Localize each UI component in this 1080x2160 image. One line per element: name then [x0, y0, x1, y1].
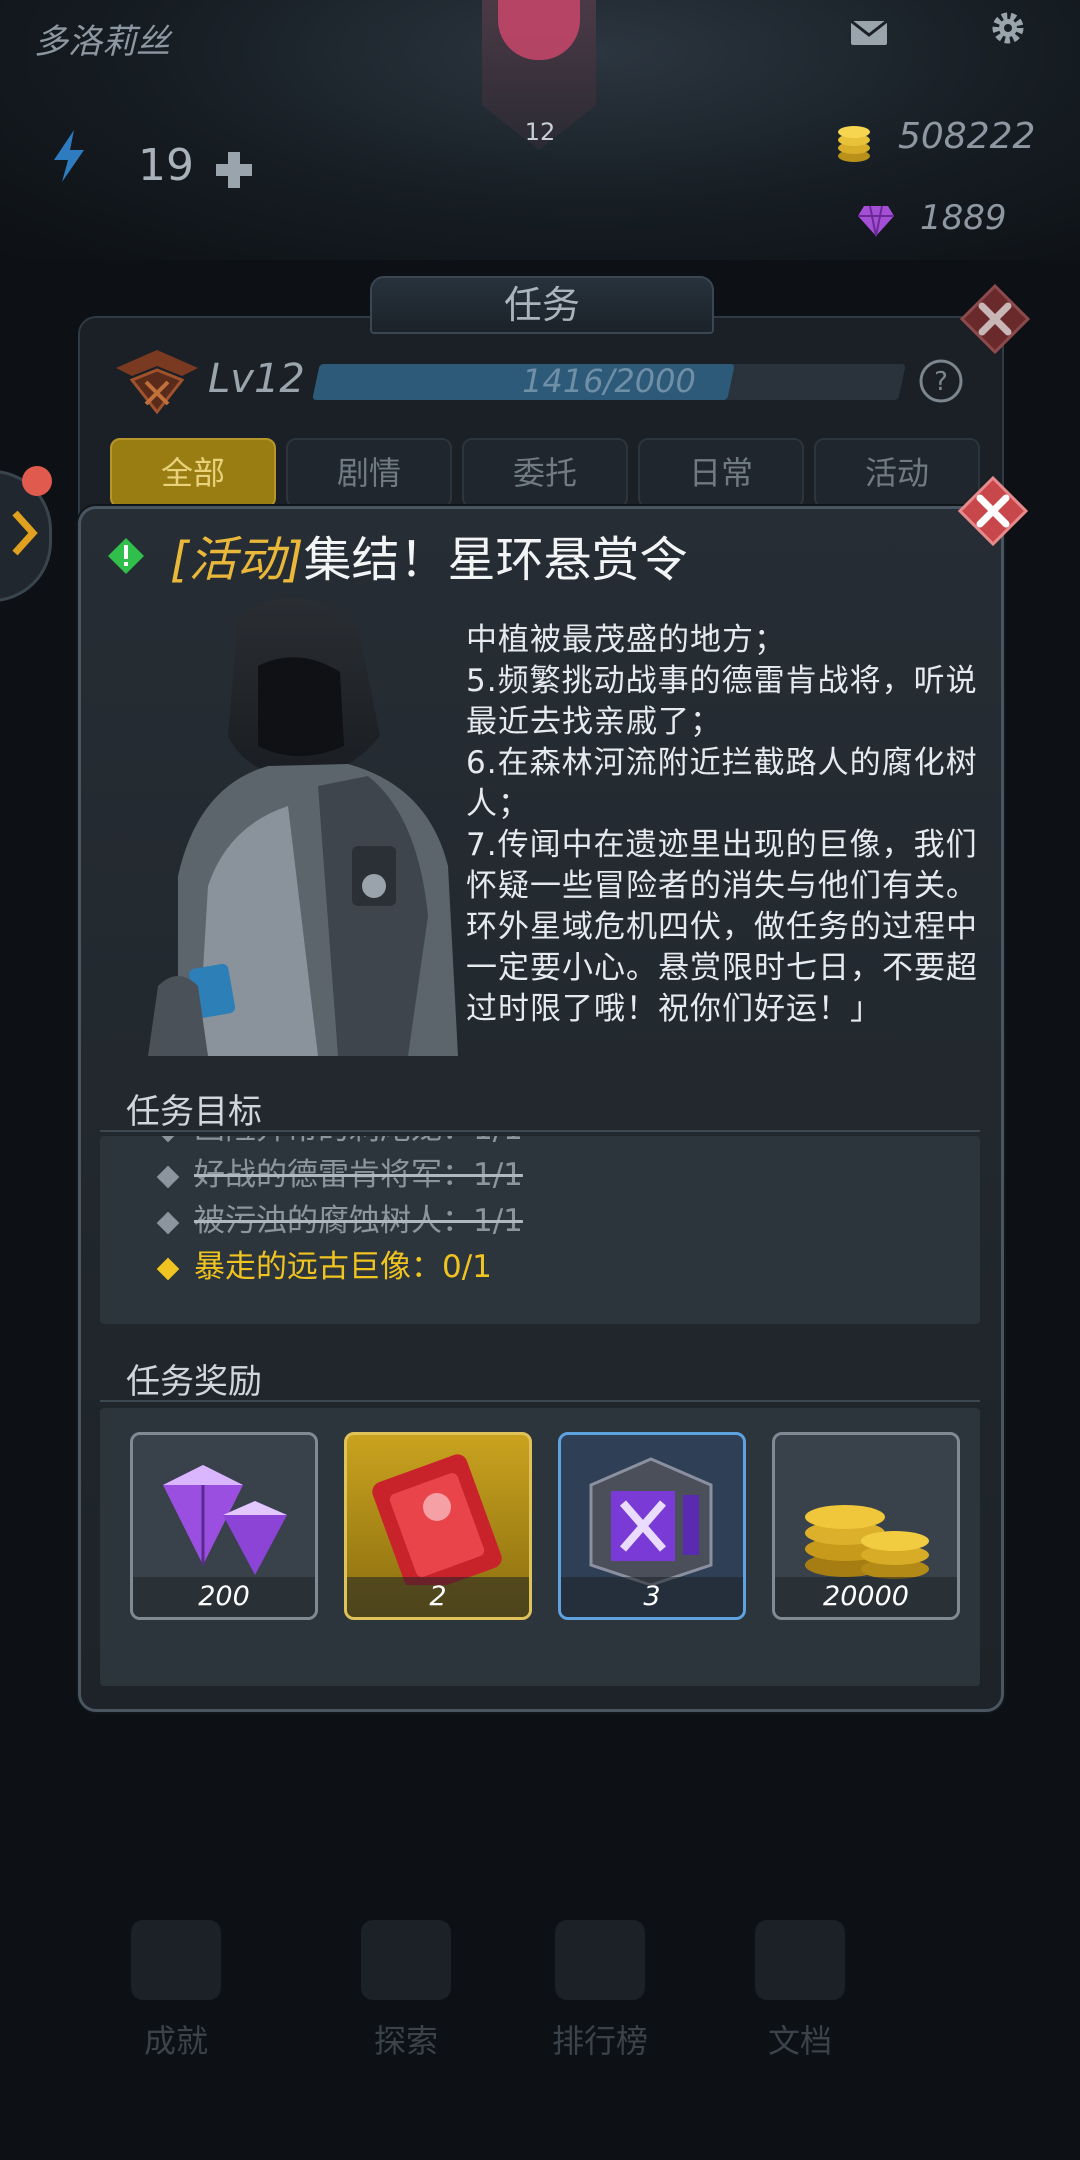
nav-icon-3	[755, 1920, 845, 2000]
quest-title: [活动]集结！星环悬赏令	[170, 520, 687, 590]
nav-label: 排行榜	[551, 2022, 648, 2060]
goal-text: 好战的德雷肯将军：1/1	[194, 1157, 523, 1193]
goal-text: 凶险异常的刺尾龙：1/1	[194, 1136, 523, 1147]
goal-item: 被污浊的腐蚀树人：1/1	[156, 1198, 523, 1244]
tab-4[interactable]: 活动	[814, 438, 980, 508]
reward-quantity: 3	[561, 1577, 743, 1617]
nav-icon-2	[555, 1920, 645, 2000]
gem-value: 1889	[920, 198, 1007, 238]
purple-gem-icon	[163, 1465, 287, 1575]
svg-text:?: ?	[934, 367, 948, 397]
goal-divider	[100, 1130, 980, 1132]
goal-text: 暴走的远古巨像：0/1	[194, 1249, 492, 1285]
close-icon[interactable]	[958, 476, 1028, 546]
quest-tag: [活动]	[170, 532, 304, 588]
gold-coins-icon	[805, 1505, 929, 1579]
nav-icon-1	[361, 1920, 451, 2000]
tab-3[interactable]: 日常	[638, 438, 804, 508]
energy-icon	[54, 130, 84, 182]
diamond-bullet-icon	[156, 1165, 180, 1188]
reward-quantity: 20000	[775, 1577, 957, 1617]
xp-text: 1416/2000	[522, 362, 696, 400]
hooded-character-portrait	[148, 598, 458, 1056]
purple-crate-icon	[589, 1457, 713, 1585]
panel-close-icon[interactable]	[960, 284, 1030, 354]
nav-label: 探索	[373, 2022, 438, 2060]
nav-item-3[interactable]: 文档	[720, 1920, 880, 2062]
portrait-level: 12	[524, 118, 556, 146]
plus-icon[interactable]	[214, 150, 254, 190]
nav-item-0[interactable]: 成就	[96, 1920, 256, 2062]
quest-description: 中植被最茂盛的地方； 5.频繁挑动战事的德雷肯战将，听说最近去找亲戚了； 6.在…	[466, 622, 978, 1027]
nav-item-1[interactable]: 探索	[326, 1920, 486, 2062]
goal-item: 好战的德雷肯将军：1/1	[156, 1152, 523, 1198]
reward-quantity: 2	[347, 1577, 529, 1617]
reward-item-purple-crate[interactable]: 3	[558, 1432, 746, 1620]
tab-2[interactable]: 委托	[462, 438, 628, 508]
reward-item-purple-gem[interactable]: 200	[130, 1432, 318, 1620]
goal-list-box: 凶险异常的刺尾龙：1/1 好战的德雷肯将军：1/1 被污浊的腐蚀树人：1/1 暴走的远…	[100, 1136, 980, 1324]
nav-icon-0	[131, 1920, 221, 2000]
diamond-bullet-icon	[156, 1211, 180, 1234]
rank-emblem-icon	[116, 350, 198, 415]
nav-label: 成就	[143, 2022, 208, 2060]
reward-item-red-ticket[interactable]: 2	[344, 1432, 532, 1620]
notification-dot	[22, 466, 52, 496]
energy-value: 19	[138, 140, 194, 191]
nav-label: 文档	[767, 2022, 832, 2060]
diamond-bullet-icon	[156, 1257, 180, 1280]
gear-icon[interactable]	[990, 10, 1026, 46]
reward-item-gold-coins[interactable]: 20000	[772, 1432, 960, 1620]
goal-item: 凶险异常的刺尾龙：1/1	[156, 1136, 523, 1152]
player-name: 多洛莉丝	[34, 22, 170, 62]
goal-item: 暴走的远古巨像：0/1	[156, 1244, 523, 1290]
coin-icon	[838, 126, 870, 162]
goal-text: 被污浊的腐蚀树人：1/1	[194, 1203, 523, 1239]
chevron-right-icon	[12, 510, 38, 556]
gem-icon	[858, 205, 894, 237]
nav-item-2[interactable]: 排行榜	[520, 1920, 680, 2062]
reward-quantity: 200	[133, 1577, 315, 1617]
goal-list: 凶险异常的刺尾龙：1/1 好战的德雷肯将军：1/1 被污浊的腐蚀树人：1/1 暴走的远…	[156, 1136, 523, 1290]
tab-0[interactable]: 全部	[110, 438, 276, 508]
quest-panel-title: 任务	[370, 276, 714, 334]
reward-divider	[100, 1400, 980, 1402]
status-alert-icon	[108, 538, 144, 574]
reward-heading: 任务奖励	[126, 1362, 262, 1402]
quest-title-text: 集结！星环悬赏令	[303, 532, 688, 588]
diamond-bullet-icon	[156, 1136, 180, 1142]
goal-heading: 任务目标	[126, 1092, 262, 1132]
player-level: Lv12	[208, 356, 305, 402]
mail-icon[interactable]	[850, 20, 888, 46]
tab-1[interactable]: 剧情	[286, 438, 452, 508]
red-ticket-icon	[372, 1454, 502, 1585]
gold-value: 508222	[898, 116, 1036, 157]
help-icon[interactable]: ?	[918, 358, 964, 404]
